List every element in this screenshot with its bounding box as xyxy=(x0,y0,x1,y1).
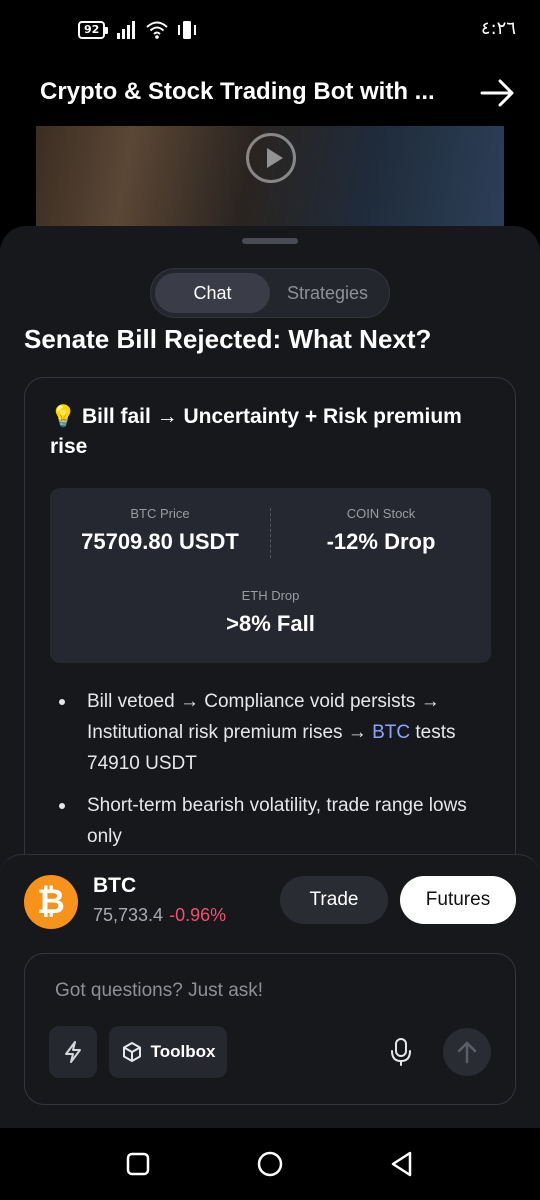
status-time: ٤:٢٦ xyxy=(480,18,516,39)
battery-level: 92 xyxy=(78,21,106,39)
toolbox-label: Toolbox xyxy=(150,1042,216,1061)
price-change: -0.96% xyxy=(169,905,227,925)
video-title[interactable]: Crypto & Stock Trading Bot with ... xyxy=(40,78,460,106)
microphone-button[interactable] xyxy=(383,1034,419,1070)
toolbox-button[interactable]: Toolbox xyxy=(109,1026,227,1078)
bottom-panel: ₿ BTC 75,733.4 -0.96% Trade Futures Got q… xyxy=(0,854,540,1128)
btc-link[interactable]: BTC xyxy=(372,722,410,743)
home-icon[interactable] xyxy=(256,1150,284,1178)
chat-composer[interactable]: Got questions? Just ask! Toolbox xyxy=(24,953,516,1105)
price-row: 75,733.4 -0.96% xyxy=(93,905,226,926)
play-icon[interactable] xyxy=(246,133,296,183)
asset-symbol: BTC xyxy=(93,874,137,897)
stat-eth-drop: ETH Drop >8% Fall xyxy=(50,588,491,637)
lightning-icon xyxy=(65,1041,81,1063)
drag-handle[interactable] xyxy=(242,238,298,244)
back-icon[interactable] xyxy=(388,1150,416,1178)
arrow-up-icon xyxy=(457,1041,477,1064)
bullet-list: Bill vetoed → Compliance void persists →… xyxy=(57,686,487,863)
microphone-icon xyxy=(391,1038,411,1066)
bolt-button[interactable] xyxy=(49,1026,97,1078)
status-bar: 92 ٤:٢٦ xyxy=(0,0,540,60)
stats-box: BTC Price 75709.80 USDT COIN Stock -12% … xyxy=(50,488,491,663)
analysis-card: 💡 Bill fail → Uncertainty + Risk premium… xyxy=(24,377,516,917)
recents-icon[interactable] xyxy=(124,1150,152,1178)
trade-button[interactable]: Trade xyxy=(280,876,388,924)
chat-input[interactable]: Got questions? Just ask! xyxy=(55,980,263,1002)
futures-button[interactable]: Futures xyxy=(400,876,516,924)
cube-icon xyxy=(122,1042,141,1062)
stat-btc-price: BTC Price 75709.80 USDT xyxy=(50,506,270,555)
list-item: Short-term bearish volatility, trade ran… xyxy=(57,790,487,852)
stat-label: COIN Stock xyxy=(346,506,416,521)
asset-price: 75,733.4 xyxy=(93,905,164,925)
list-item: Bill vetoed → Compliance void persists →… xyxy=(57,686,487,779)
stat-value: >8% Fall xyxy=(226,611,315,636)
tab-strategies[interactable]: Strategies xyxy=(270,273,385,313)
send-button[interactable] xyxy=(443,1028,491,1076)
headline-text: Bill fail → Uncertainty + Risk premium r… xyxy=(50,405,462,458)
lightbulb-icon: 💡 xyxy=(50,405,77,428)
battery-icon: 92 xyxy=(78,21,109,39)
bitcoin-icon: ₿ xyxy=(24,875,78,929)
stat-value: -12% Drop xyxy=(326,529,436,554)
stat-value: 75709.80 USDT xyxy=(81,529,239,554)
article-title: Senate Bill Rejected: What Next? xyxy=(24,324,432,354)
stat-label: BTC Price xyxy=(130,506,190,521)
stat-label: ETH Drop xyxy=(241,588,300,603)
stat-coin-stock: COIN Stock -12% Drop xyxy=(271,506,491,555)
signal-icon xyxy=(117,21,136,39)
vibrate-icon xyxy=(178,21,197,39)
wifi-icon xyxy=(146,21,168,39)
tab-switcher: Chat Strategies xyxy=(150,268,390,318)
arrow-right-icon[interactable] xyxy=(480,78,516,108)
card-headline: 💡 Bill fail → Uncertainty + Risk premium… xyxy=(50,402,495,462)
status-icons: 92 xyxy=(78,20,198,40)
tab-chat[interactable]: Chat xyxy=(155,273,270,313)
navigation-bar xyxy=(0,1128,540,1200)
